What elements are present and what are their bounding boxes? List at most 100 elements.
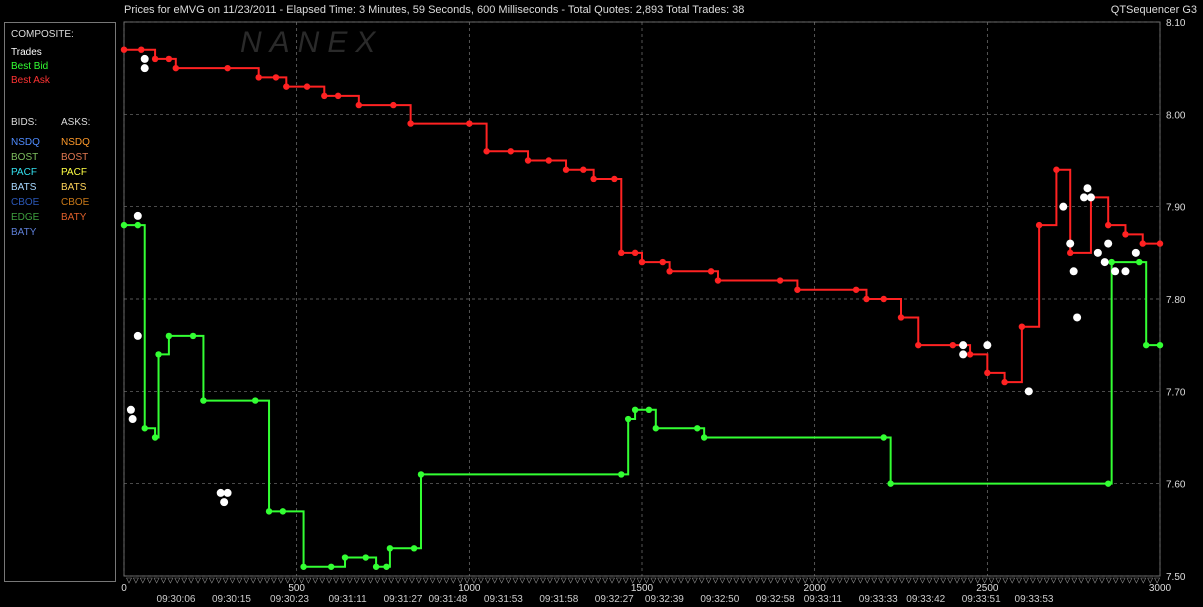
axis-tick-marker	[843, 577, 850, 584]
axis-tick-marker	[885, 577, 891, 584]
trade-point	[1086, 193, 1095, 202]
axis-tick-marker	[588, 577, 595, 584]
axis-tick-marker	[933, 577, 940, 584]
axis-tick-marker	[602, 577, 609, 584]
axis-tick-marker	[243, 577, 250, 584]
axis-tick-marker	[484, 577, 491, 584]
series-point	[880, 295, 887, 303]
axis-tick-marker	[270, 577, 277, 584]
trade-point	[1069, 267, 1078, 276]
trade-point	[128, 415, 137, 424]
trade-point	[140, 54, 149, 63]
trade-point	[959, 350, 968, 359]
axis-tick-marker	[926, 577, 933, 584]
time-label: 09:30:06	[157, 594, 196, 605]
axis-tick-marker	[740, 577, 747, 584]
axis-tick-marker	[615, 577, 622, 584]
axis-tick-marker	[1043, 577, 1050, 584]
axis-tick-marker	[967, 577, 974, 584]
axis-tick-marker	[229, 577, 236, 584]
series-point	[328, 563, 335, 570]
time-label: 09:31:53	[484, 594, 523, 605]
trade-point	[1073, 313, 1082, 322]
axis-tick-marker	[374, 577, 381, 584]
series-point	[507, 148, 514, 155]
axis-tick-marker	[733, 577, 740, 584]
trade-point	[133, 211, 142, 220]
axis-tick-marker	[236, 577, 243, 584]
series-point	[279, 508, 287, 515]
axis-tick-marker	[657, 577, 664, 584]
series-point	[1136, 258, 1143, 266]
axis-tick-marker	[947, 577, 954, 584]
series-point	[272, 74, 280, 81]
axis-tick-marker	[684, 577, 691, 584]
series-point	[694, 425, 701, 432]
series-point	[252, 397, 259, 404]
y-tick-label: 7.80	[1166, 295, 1186, 306]
axis-tick-marker	[181, 577, 188, 584]
series-point	[1156, 240, 1164, 247]
series-point	[659, 258, 666, 266]
series-point	[362, 554, 369, 561]
axis-tick-marker	[360, 577, 367, 584]
series-point	[949, 341, 956, 349]
series-point	[580, 166, 587, 173]
trade-point	[1093, 248, 1102, 257]
axis-tick-marker	[954, 577, 960, 584]
series-point	[852, 286, 860, 293]
time-label: 09:30:23	[270, 594, 309, 605]
y-tick-label: 7.50	[1166, 572, 1186, 583]
axis-tick-marker	[595, 577, 602, 584]
series-point	[255, 74, 262, 81]
axis-tick-marker	[319, 577, 326, 584]
series-point	[372, 563, 380, 570]
axis-tick-marker	[526, 577, 533, 584]
time-label: 09:33:51	[962, 594, 1001, 605]
axis-tick-marker	[767, 577, 774, 584]
axis-tick-marker	[560, 577, 567, 584]
axis-tick-marker	[174, 577, 181, 584]
series-point	[562, 166, 570, 173]
time-label: 09:31:27	[384, 594, 423, 605]
series-point	[134, 221, 142, 229]
series-point	[700, 434, 708, 441]
trade-point	[1111, 267, 1120, 276]
axis-tick-marker	[726, 577, 733, 584]
axis-tick-marker	[160, 577, 167, 584]
time-label: 09:32:58	[756, 594, 795, 605]
axis-tick-marker	[691, 577, 698, 584]
trade-point	[1131, 248, 1140, 257]
axis-tick-marker	[436, 577, 443, 584]
series-point	[341, 554, 349, 561]
axis-tick-marker	[367, 577, 374, 584]
axis-tick-marker	[1057, 577, 1064, 584]
trade-point	[133, 331, 142, 340]
axis-tick-marker	[940, 577, 947, 584]
axis-tick-marker	[167, 577, 174, 584]
series-point	[590, 175, 597, 183]
series-point	[631, 406, 639, 413]
x-tick-label: 2000	[804, 583, 827, 594]
axis-tick-marker	[215, 577, 222, 584]
axis-tick-marker	[126, 577, 132, 584]
axis-tick-marker	[353, 577, 360, 584]
trade-point	[959, 341, 968, 350]
axis-tick-marker	[415, 577, 422, 584]
price-chart: NANEX 7.50 7.60 7.70 7.80 7.90 8.00 8.10 0 500 100…	[120, 18, 1186, 605]
x-tick-label: 1000	[458, 583, 481, 594]
trade-point	[1080, 193, 1089, 202]
series-point	[624, 415, 632, 423]
series-point	[611, 175, 618, 183]
series-point	[390, 101, 397, 109]
series-point	[545, 157, 552, 164]
series-point	[984, 369, 991, 377]
series-point	[714, 277, 722, 284]
axis-tick-marker	[795, 577, 802, 584]
trade-point	[126, 405, 135, 414]
series-point	[417, 471, 425, 478]
axis-tick-marker	[1105, 577, 1112, 584]
x-tick-label: 1500	[631, 583, 654, 594]
series-point	[120, 221, 128, 229]
axis-tick-marker	[960, 577, 967, 584]
